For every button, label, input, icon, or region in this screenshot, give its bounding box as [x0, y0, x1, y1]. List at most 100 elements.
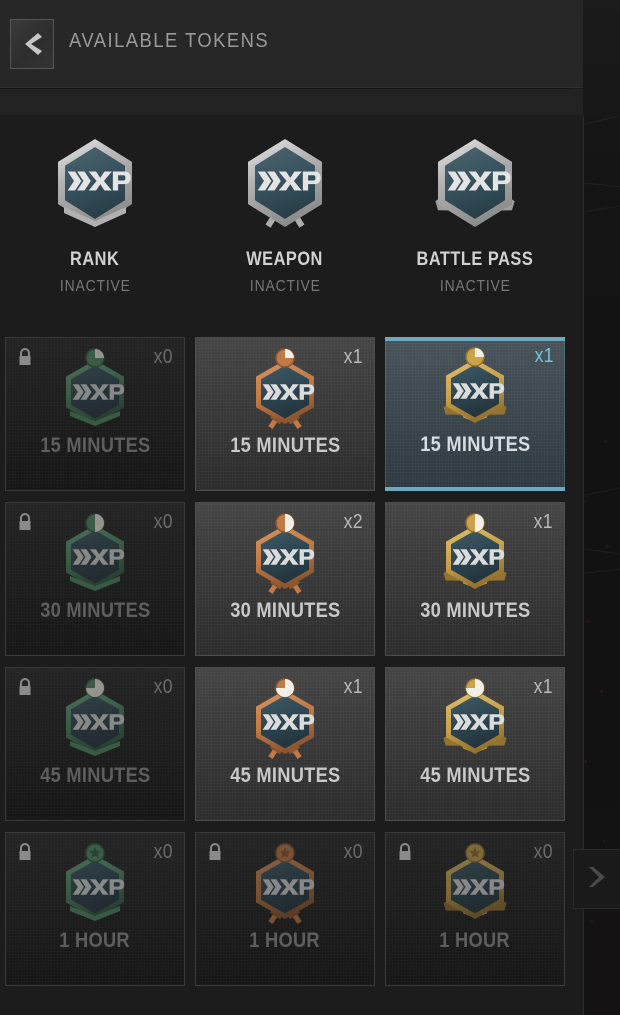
token-count: x0 — [153, 841, 173, 863]
token-cell: x0 45 MINUTES — [0, 667, 190, 832]
token-card-weapon-1-hour[interactable]: x0 1 HOUR — [195, 832, 375, 986]
token-duration-text: 30 MINUTES — [229, 599, 341, 622]
token-cell: x0 1 HOUR — [380, 832, 570, 997]
xp-token-weapon-icon — [239, 843, 331, 929]
token-count: x0 — [153, 676, 173, 698]
token-duration-label: 45 MINUTES — [386, 764, 564, 788]
xp-hexagon-battlepass-icon — [415, 137, 535, 241]
token-card-rank-15-minutes[interactable]: x0 15 MINUTES — [5, 337, 185, 491]
category-header-battle_pass: BATTLE PASS INACTIVE — [380, 115, 570, 330]
token-row: x0 15 MINUTES x1 15 MINUTES x1 15 MINUTES — [0, 337, 583, 502]
back-button[interactable] — [10, 19, 54, 69]
token-duration-text: 45 MINUTES — [419, 764, 531, 787]
token-row: x0 30 MINUTES x2 30 MINUTES x1 30 MINUTES — [0, 502, 583, 667]
backdrop-dot — [603, 840, 606, 843]
token-count: x1 — [534, 345, 554, 367]
token-grid: x0 15 MINUTES x1 15 MINUTES x1 15 MINUTES x0 30… — [0, 337, 583, 997]
backdrop-dot — [584, 760, 587, 763]
token-count: x0 — [343, 841, 363, 863]
xp-token-battle_pass-icon — [429, 513, 521, 599]
token-cell: x0 1 HOUR — [0, 832, 190, 997]
token-duration-label: 15 MINUTES — [196, 434, 374, 458]
padlock-icon — [207, 843, 223, 861]
token-duration-label: 1 HOUR — [386, 929, 564, 953]
token-count: x1 — [533, 511, 553, 533]
category-status: INACTIVE — [59, 278, 131, 295]
token-count: x0 — [153, 346, 173, 368]
xp-token-weapon-icon — [239, 513, 331, 599]
backdrop-dot — [604, 440, 607, 443]
category-status: INACTIVE — [439, 278, 511, 295]
token-duration-label: 30 MINUTES — [196, 599, 374, 623]
padlock-icon — [397, 843, 413, 861]
token-card-weapon-30-minutes[interactable]: x2 30 MINUTES — [195, 502, 375, 656]
token-card-rank-45-minutes[interactable]: x0 45 MINUTES — [5, 667, 185, 821]
xp-token-rank-icon — [49, 513, 141, 599]
token-cell: x1 15 MINUTES — [190, 337, 380, 502]
backdrop-dot — [600, 690, 603, 693]
xp-token-weapon-icon — [239, 348, 331, 434]
xp-hexagon-rank-icon — [35, 137, 155, 241]
header-bar: AVAILABLE TOKENS — [0, 0, 583, 88]
token-cell: x1 30 MINUTES — [380, 502, 570, 667]
token-duration-label: 30 MINUTES — [386, 599, 564, 623]
token-duration-label: 1 HOUR — [6, 929, 184, 953]
token-duration-label: 15 MINUTES — [6, 434, 184, 458]
xp-token-rank-icon — [49, 678, 141, 764]
xp-token-battle_pass-icon — [429, 843, 521, 929]
category-title: BATTLE PASS — [416, 249, 534, 270]
token-cell: x0 30 MINUTES — [0, 502, 190, 667]
chevron-left-icon — [21, 31, 43, 57]
token-card-weapon-15-minutes[interactable]: x1 15 MINUTES — [195, 337, 375, 491]
token-card-rank-30-minutes[interactable]: x0 30 MINUTES — [5, 502, 185, 656]
tokens-panel: RANK INACTIVE WEAPON INACTIVE BATTLE PASS INA… — [0, 115, 583, 1015]
token-duration-text: 15 MINUTES — [39, 434, 151, 457]
token-row: x0 1 HOUR x0 1 HOUR x0 1 HOUR — [0, 832, 583, 997]
token-duration-text: 1 HOUR — [249, 929, 321, 952]
xp-token-battle_pass-icon — [429, 347, 521, 433]
header-divider-strip — [0, 89, 583, 115]
category-header-weapon: WEAPON INACTIVE — [190, 115, 380, 330]
token-card-battle_pass-30-minutes[interactable]: x1 30 MINUTES — [385, 502, 565, 656]
token-cell: x0 1 HOUR — [190, 832, 380, 997]
category-title: WEAPON — [246, 249, 324, 270]
token-count: x1 — [343, 346, 363, 368]
token-card-battle_pass-45-minutes[interactable]: x1 45 MINUTES — [385, 667, 565, 821]
token-duration-text: 30 MINUTES — [419, 599, 531, 622]
token-duration-text: 45 MINUTES — [229, 764, 341, 787]
xp-hexagon-weapon-icon — [225, 137, 345, 241]
padlock-icon — [17, 513, 33, 531]
backdrop-dot — [590, 920, 593, 923]
backdrop-dot — [586, 620, 589, 623]
token-row: x0 45 MINUTES x1 45 MINUTES x1 45 MINUTES — [0, 667, 583, 832]
category-status: INACTIVE — [249, 278, 321, 295]
token-duration-text: 45 MINUTES — [39, 764, 151, 787]
token-cell: x1 15 MINUTES — [380, 337, 570, 502]
padlock-icon — [17, 843, 33, 861]
token-selection-screen: AVAILABLE TOKENS RANK INACTIVE WEAPON INACT… — [0, 0, 620, 1015]
forward-button[interactable] — [573, 849, 620, 909]
token-count: x0 — [153, 511, 173, 533]
padlock-icon — [17, 678, 33, 696]
token-duration-label: 45 MINUTES — [6, 764, 184, 788]
token-duration-text: 15 MINUTES — [229, 434, 341, 457]
token-count: x1 — [343, 676, 363, 698]
token-duration-label: 45 MINUTES — [196, 764, 374, 788]
token-cell: x2 30 MINUTES — [190, 502, 380, 667]
token-duration-label: 30 MINUTES — [6, 599, 184, 623]
token-card-rank-1-hour[interactable]: x0 1 HOUR — [5, 832, 185, 986]
xp-token-rank-icon — [49, 843, 141, 929]
category-header-row: RANK INACTIVE WEAPON INACTIVE BATTLE PASS INA… — [0, 115, 583, 330]
token-cell: x0 15 MINUTES — [0, 337, 190, 502]
token-duration-text: 1 HOUR — [59, 929, 131, 952]
token-duration-text: 15 MINUTES — [419, 433, 531, 456]
token-duration-text: 1 HOUR — [439, 929, 511, 952]
xp-token-weapon-icon — [239, 678, 331, 764]
token-card-weapon-45-minutes[interactable]: x1 45 MINUTES — [195, 667, 375, 821]
token-card-battle_pass-15-minutes[interactable]: x1 15 MINUTES — [385, 337, 565, 491]
token-count: x2 — [343, 511, 363, 533]
xp-token-rank-icon — [49, 348, 141, 434]
token-duration-label: 1 HOUR — [196, 929, 374, 953]
token-count: x1 — [533, 676, 553, 698]
token-card-battle_pass-1-hour[interactable]: x0 1 HOUR — [385, 832, 565, 986]
